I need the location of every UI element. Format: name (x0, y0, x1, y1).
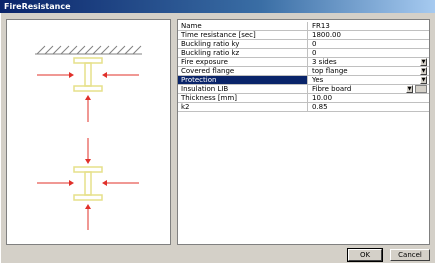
property-label: Name (178, 22, 308, 30)
ceiling-hatch (35, 45, 142, 55)
property-label: Covered flange (178, 67, 308, 75)
chevron-down-icon[interactable]: ▼ (420, 76, 427, 84)
property-label: Insulation LIB (178, 85, 308, 93)
fire-exposure-diagram (35, 45, 142, 230)
property-value[interactable]: FR13 (308, 22, 429, 30)
property-label: Time resistance [sec] (178, 31, 308, 39)
property-value[interactable]: 1800.00 (308, 31, 429, 39)
property-row-buckling-ky[interactable]: Buckling ratio ky 0 (178, 40, 429, 49)
property-row-protection[interactable]: Protection Yes ▼ (178, 76, 429, 85)
property-label: Fire exposure (178, 58, 308, 66)
property-row-name[interactable]: Name FR13 (178, 22, 429, 31)
title-bar: FireResistance (0, 0, 435, 13)
property-row-insulation-lib[interactable]: Insulation LIB Fibre board ▼ (178, 85, 429, 94)
property-value[interactable]: Yes (308, 76, 429, 84)
upper-arrows (37, 72, 139, 122)
property-row-time-resistance[interactable]: Time resistance [sec] 1800.00 (178, 31, 429, 40)
property-label: Buckling ratio kz (178, 49, 308, 57)
chevron-down-icon[interactable]: ▼ (420, 67, 427, 75)
window-title: FireResistance (4, 2, 71, 11)
ok-button[interactable]: OK (347, 248, 383, 262)
cancel-button[interactable]: Cancel (390, 249, 430, 261)
section-preview (6, 19, 171, 245)
chevron-down-icon[interactable]: ▼ (406, 85, 413, 93)
browse-button[interactable] (415, 85, 427, 93)
property-grid: Name FR13 Time resistance [sec] 1800.00 … (177, 19, 430, 245)
property-row-thickness[interactable]: Thickness [mm] 10.00 (178, 94, 429, 103)
property-row-covered-flange[interactable]: Covered flange top flange ▼ (178, 67, 429, 76)
property-value[interactable]: 0 (308, 40, 429, 48)
property-value[interactable]: 3 sides (308, 58, 429, 66)
property-value[interactable]: top flange (308, 67, 429, 75)
property-value[interactable]: 0 (308, 49, 429, 57)
property-label: Buckling ratio ky (178, 40, 308, 48)
lower-arrows (37, 138, 139, 230)
property-row-fire-exposure[interactable]: Fire exposure 3 sides ▼ (178, 58, 429, 67)
property-value[interactable]: 0.85 (308, 103, 429, 111)
upper-i-beam (73, 57, 103, 92)
lower-i-beam (73, 166, 103, 201)
property-value[interactable]: 10.00 (308, 94, 429, 102)
chevron-down-icon[interactable]: ▼ (420, 58, 427, 66)
property-label: Protection (178, 76, 308, 84)
property-row-buckling-kz[interactable]: Buckling ratio kz 0 (178, 49, 429, 58)
property-label: Thickness [mm] (178, 94, 308, 102)
property-row-k2[interactable]: k2 0.85 (178, 103, 429, 112)
property-label: k2 (178, 103, 308, 111)
